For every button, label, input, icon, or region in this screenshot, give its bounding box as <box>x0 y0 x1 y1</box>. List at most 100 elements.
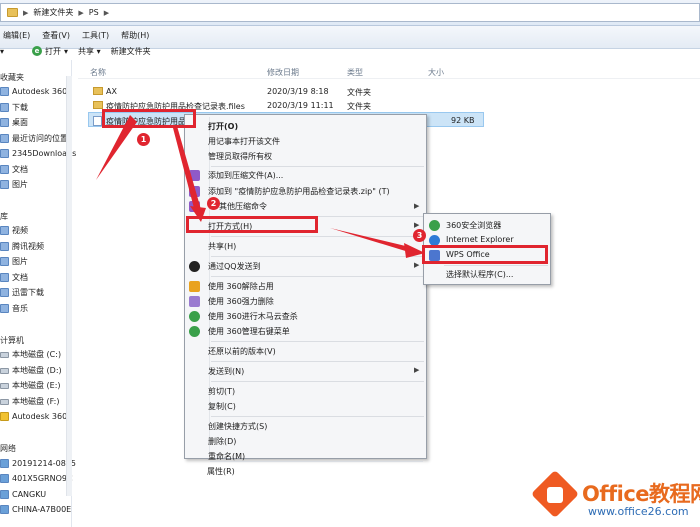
nav-library-head[interactable]: 库 <box>0 211 8 222</box>
menu-view[interactable]: 查看(V) <box>42 30 70 42</box>
nav-item[interactable]: 20191214-0815 <box>0 456 76 471</box>
nav-item[interactable]: 迅雷下载 <box>0 285 44 300</box>
nav-item[interactable]: 最近访问的位置 <box>0 131 68 146</box>
breadcrumb-chevron-icon[interactable]: ▶ <box>23 9 28 17</box>
menu-share[interactable]: 共享(H) <box>208 241 236 255</box>
menu-admin[interactable]: 管理员取得所有权 <box>208 151 272 165</box>
nav-item[interactable]: 音乐 <box>0 301 28 316</box>
file-type: 文件夹 <box>347 88 371 97</box>
nav-item[interactable]: CANGKU <box>0 487 46 502</box>
document-icon <box>0 273 9 282</box>
drive-icon <box>0 398 9 405</box>
360-shield-icon <box>189 311 200 322</box>
cloud-icon <box>0 412 9 421</box>
menu-tools[interactable]: 工具(T) <box>82 30 109 42</box>
menu-360-force-delete[interactable]: 使用 360强力删除 <box>208 296 274 310</box>
watermark-url: www.office26.com <box>588 505 689 518</box>
dropdown-arrow-icon[interactable]: ▾ <box>0 47 4 56</box>
menu-qq-send[interactable]: 通过QQ发送到 <box>208 261 261 275</box>
cloud-icon <box>0 87 9 96</box>
music-icon <box>0 304 9 313</box>
video-icon <box>0 242 9 251</box>
menu-360-unlock[interactable]: 使用 360解除占用 <box>208 281 274 295</box>
menu-notepad[interactable]: 用记事本打开该文件 <box>208 136 280 150</box>
menu-360-manage[interactable]: 使用 360管理右键菜单 <box>208 326 290 340</box>
menu-cut[interactable]: 剪切(T) <box>208 386 235 400</box>
nav-item[interactable]: 桌面 <box>0 115 28 130</box>
address-bar-area: ▶ 新建文件夹 ▶ PS ▶ <box>0 0 700 26</box>
menu-edit[interactable]: 编辑(E) <box>3 30 30 42</box>
nav-item[interactable]: 401X5GRNO9C <box>0 471 73 486</box>
nav-item[interactable]: 腾讯视频 <box>0 239 44 254</box>
nav-favorites-head[interactable]: 收藏夹 <box>0 72 24 83</box>
menu-shortcut[interactable]: 创建快捷方式(S) <box>208 421 267 435</box>
download-icon <box>0 288 9 297</box>
menu-copy[interactable]: 复制(C) <box>208 401 236 415</box>
column-name[interactable]: 名称 <box>90 67 106 78</box>
nav-item[interactable]: 2345Downloads <box>0 146 76 161</box>
nav-item[interactable]: Autodesk 360 <box>0 409 67 424</box>
video-icon <box>0 226 9 235</box>
menu-delete[interactable]: 删除(D) <box>208 436 236 450</box>
open-button[interactable]: e 打开 ▾ <box>32 46 68 57</box>
computer-icon <box>0 459 9 468</box>
menu-360-trojan[interactable]: 使用 360进行木马云查杀 <box>208 311 298 325</box>
nav-item[interactable]: Autodesk 360 <box>0 84 67 99</box>
submenu-360-browser[interactable]: 360安全浏览器 <box>446 220 501 234</box>
nav-item[interactable]: 本地磁盘 (C:) <box>0 347 61 362</box>
column-type[interactable]: 类型 <box>347 67 363 78</box>
nav-item[interactable]: 本地磁盘 (E:) <box>0 378 61 393</box>
file-modified: 2020/3/19 11:11 <box>267 101 334 110</box>
nav-item[interactable]: 本地磁盘 (D:) <box>0 363 62 378</box>
step-badge-3: 3 <box>413 229 426 242</box>
breadcrumb-chevron-icon[interactable]: ▶ <box>104 9 109 17</box>
file-modified: 2020/3/19 8:18 <box>267 87 329 96</box>
nav-item[interactable]: 本地磁盘 (F:) <box>0 394 59 409</box>
context-menu: 打开(O) 用记事本打开该文件 管理员取得所有权 添加到压缩文件(A)... 添… <box>184 114 427 461</box>
column-size[interactable]: 大小 <box>428 67 444 78</box>
menu-compress-cmd[interactable]: 其他压缩命令 <box>219 201 267 215</box>
menu-separator <box>444 265 548 266</box>
file-row[interactable]: AX 2020/3/19 8:18 文件夹 <box>93 84 503 99</box>
submenu-choose-default[interactable]: 选择默认程序(C)... <box>446 269 513 283</box>
drive-icon <box>0 351 9 358</box>
nav-item[interactable]: 视频 <box>0 223 28 238</box>
nav-network-head[interactable]: 网络 <box>0 443 16 454</box>
menu-rename[interactable]: 重命名(M) <box>208 451 245 465</box>
nav-computer-head[interactable]: 计算机 <box>0 335 24 346</box>
unlock-icon <box>189 281 200 292</box>
menu-open[interactable]: 打开(O) <box>208 121 238 135</box>
menu-bar: 编辑(E) 查看(V) 工具(T) 帮助(H) <box>0 30 149 42</box>
column-modified[interactable]: 修改日期 <box>267 67 299 78</box>
menu-add-zip[interactable]: 添加到 "疫情防护应急防护用品检查记录表.zip" (T) <box>208 186 390 200</box>
menu-restore[interactable]: 还原以前的版本(V) <box>208 346 276 360</box>
nav-item[interactable]: 文档 <box>0 162 28 177</box>
menu-add-archive[interactable]: 添加到压缩文件(A)... <box>208 170 283 184</box>
file-type: 文件夹 <box>347 102 371 111</box>
qq-icon <box>189 261 200 272</box>
menu-help[interactable]: 帮助(H) <box>121 30 149 42</box>
360-shield-icon <box>189 326 200 337</box>
address-bar[interactable]: ▶ 新建文件夹 ▶ PS ▶ <box>0 3 700 22</box>
nav-item[interactable]: 图片 <box>0 177 28 192</box>
nav-item[interactable]: 下载 <box>0 100 28 115</box>
nav-item[interactable]: 文档 <box>0 270 28 285</box>
breadcrumb-chevron-icon[interactable]: ▶ <box>78 9 83 17</box>
watermark-brand: Office教程网 <box>582 482 700 506</box>
nav-item[interactable]: 图片 <box>0 254 28 269</box>
menu-send-to[interactable]: 发送到(N) <box>208 366 244 380</box>
new-folder-button[interactable]: 新建文件夹 <box>111 46 151 57</box>
navigation-pane: 收藏夹 Autodesk 360 下载 桌面 最近访问的位置 2345Downl… <box>0 60 76 527</box>
menu-properties[interactable]: 属性(R) <box>207 466 235 480</box>
nav-scrollbar[interactable] <box>66 76 72 496</box>
archive-icon <box>189 170 200 181</box>
wps-icon: e <box>32 46 43 56</box>
drive-icon <box>0 382 9 389</box>
nav-item[interactable]: CHINA-A7B00E <box>0 502 71 517</box>
breadcrumb-item[interactable]: PS <box>89 8 99 17</box>
folder-icon <box>7 8 18 17</box>
breadcrumb-item[interactable]: 新建文件夹 <box>33 7 73 18</box>
menu-separator <box>211 276 424 277</box>
share-button[interactable]: 共享 ▾ <box>78 46 101 57</box>
desktop-icon <box>0 118 9 127</box>
